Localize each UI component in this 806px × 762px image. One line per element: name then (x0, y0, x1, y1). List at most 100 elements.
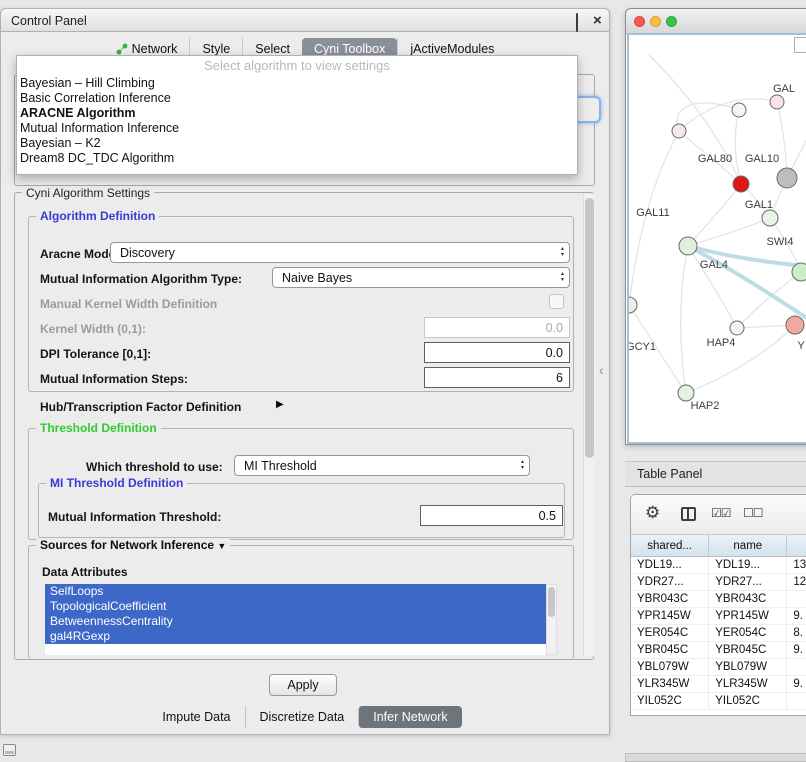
network-node-label: GAL1 (745, 199, 773, 211)
network-node[interactable] (770, 95, 784, 109)
algorithm-option[interactable]: Dream8 DC_TDC Algorithm (17, 151, 577, 166)
combo-arrows-icon: ▴▾ (561, 246, 564, 258)
network-node[interactable] (679, 237, 697, 255)
control-panel-titlebar[interactable]: Control Panel × (0, 8, 610, 32)
mi-steps-field[interactable]: 6 (424, 367, 570, 388)
attribute-list-item[interactable]: SelfLoops (45, 584, 546, 599)
table-row[interactable]: YDL19...YDL19...13 (631, 557, 806, 574)
algorithm-definition-title: Algorithm Definition (36, 209, 159, 223)
network-node[interactable] (730, 321, 744, 335)
table-column-header[interactable] (787, 535, 806, 557)
table-cell: 9. (787, 608, 806, 625)
network-canvas[interactable]: GALGAL80GAL10GAL11GAL1SWI4GAL4GCY1HAP4HA… (627, 33, 806, 444)
attribute-list-item[interactable]: TopologicalCoefficient (45, 599, 546, 614)
table-header-row: shared...name (631, 535, 806, 557)
tab-discretize-data[interactable]: Discretize Data (245, 706, 359, 728)
mi-threshold-field[interactable]: 0.5 (420, 505, 563, 526)
table-row[interactable]: YER054CYER054C8. (631, 625, 806, 642)
gear-icon[interactable]: ⚙ (645, 503, 660, 523)
table-row[interactable]: YDR27...YDR27...12 (631, 574, 806, 591)
table-cell (787, 659, 806, 676)
bottom-tabs: Impute Data Discretize Data Infer Networ… (0, 706, 610, 728)
zoom-window-icon[interactable] (666, 16, 677, 27)
network-edge (681, 246, 688, 393)
table-row[interactable]: YIL052CYIL052C (631, 693, 806, 710)
data-attributes-list[interactable]: SelfLoopsTopologicalCoefficientBetweenne… (45, 584, 546, 655)
settings-scrollbar-thumb[interactable] (585, 198, 594, 458)
mi-steps-label: Mutual Information Steps: (40, 372, 188, 386)
attribute-list-item[interactable]: BetweennessCentrality (45, 614, 546, 629)
network-node[interactable] (672, 124, 686, 138)
dpi-tolerance-field[interactable]: 0.0 (424, 342, 570, 363)
table-row[interactable]: YBR045CYBR045C9. (631, 642, 806, 659)
network-node[interactable] (792, 263, 806, 281)
tab-infer-network[interactable]: Infer Network (358, 706, 461, 728)
network-node-label: SWI4 (767, 236, 794, 248)
close-window-icon[interactable] (634, 16, 645, 27)
network-edge (688, 184, 741, 246)
network-node[interactable] (732, 103, 746, 117)
network-node[interactable] (733, 176, 749, 192)
network-view-window: GALGAL80GAL10GAL11GAL1SWI4GAL4GCY1HAP4HA… (625, 8, 806, 445)
table-cell: YBL079W (709, 659, 787, 676)
algorithm-option[interactable]: Bayesian – Hill Climbing (17, 76, 577, 91)
which-threshold-select[interactable]: MI Threshold ▴▾ (234, 455, 530, 476)
control-panel-title: Control Panel (11, 14, 87, 28)
table-cell (787, 591, 806, 608)
table-cell: 8. (787, 625, 806, 642)
network-node-label: GAL80 (698, 153, 732, 165)
sources-title[interactable]: Sources for Network Inference ▼ (36, 538, 230, 552)
manual-kernel-checkbox[interactable] (549, 294, 564, 309)
table-column-header[interactable]: name (709, 535, 787, 557)
collapse-arrow-icon[interactable]: ▼ (217, 541, 226, 551)
network-node-label: GAL10 (745, 153, 779, 165)
attribute-list-item[interactable]: gal4RGexp (45, 629, 546, 644)
table-row[interactable]: YBL079WYBL079W (631, 659, 806, 676)
table-body: YDL19...YDL19...13YDR27...YDR27...12YBR0… (631, 557, 806, 710)
network-window-titlebar[interactable] (626, 9, 806, 34)
aracne-mode-label: Aracne Mode: (40, 247, 119, 261)
float-panel-icon[interactable] (576, 14, 578, 32)
select-all-icon[interactable]: ☑☑ (711, 506, 731, 520)
apply-button[interactable]: Apply (269, 674, 337, 696)
table-toolbar: ⚙ ☑☑ ☐☐ (631, 495, 806, 535)
network-edge (777, 102, 787, 178)
kernel-width-field[interactable]: 0.0 (424, 317, 570, 338)
network-node[interactable] (678, 385, 694, 401)
network-edge (686, 325, 795, 393)
algorithm-option[interactable]: Basic Correlation Inference (17, 91, 577, 106)
table-row[interactable]: YLR345WYLR345W9. (631, 676, 806, 693)
columns-icon[interactable] (681, 507, 696, 521)
table-row[interactable]: YPR145WYPR145W9. (631, 608, 806, 625)
attributes-scrollbar-thumb[interactable] (548, 587, 555, 617)
algorithm-dropdown-popup: Select algorithm to view settings Bayesi… (16, 55, 578, 175)
network-node[interactable] (762, 210, 778, 226)
algorithm-option[interactable]: Mutual Information Inference (17, 121, 577, 136)
table-cell: YLR345W (631, 676, 709, 693)
table-column-header[interactable]: shared... (631, 535, 709, 557)
network-node[interactable] (629, 297, 637, 313)
algorithm-option[interactable]: ARACNE Algorithm (17, 106, 577, 121)
mi-type-select[interactable]: Naive Bayes ▴▾ (272, 267, 570, 288)
table-row[interactable]: YBR043CYBR043C (631, 591, 806, 608)
splitter-collapse-icon[interactable]: ‹ (599, 362, 604, 378)
minimize-window-icon[interactable] (650, 16, 661, 27)
settings-scrollbar[interactable] (583, 194, 595, 656)
table-cell: YBR045C (631, 642, 709, 659)
network-corner-widget[interactable] (794, 37, 806, 53)
algorithm-option-list: Bayesian – Hill ClimbingBasic Correlatio… (17, 76, 577, 166)
attributes-scrollbar[interactable] (546, 584, 557, 655)
deselect-all-icon[interactable]: ☐☐ (743, 506, 763, 520)
close-panel-icon[interactable]: × (593, 14, 602, 27)
docked-panel-icon[interactable] (3, 744, 16, 756)
algorithm-option[interactable]: Bayesian – K2 (17, 136, 577, 151)
expand-arrow-icon[interactable]: ▶ (276, 399, 284, 410)
tab-network-label: Network (132, 42, 178, 56)
network-node-label: HAP2 (691, 400, 720, 412)
table-panel-bar[interactable]: Table Panel (625, 461, 806, 487)
network-node[interactable] (786, 316, 804, 334)
hub-section-label[interactable]: Hub/Transcription Factor Definition (40, 400, 241, 414)
tab-impute-data[interactable]: Impute Data (148, 706, 244, 728)
aracne-mode-select[interactable]: Discovery ▴▾ (110, 242, 570, 263)
network-node[interactable] (777, 168, 797, 188)
